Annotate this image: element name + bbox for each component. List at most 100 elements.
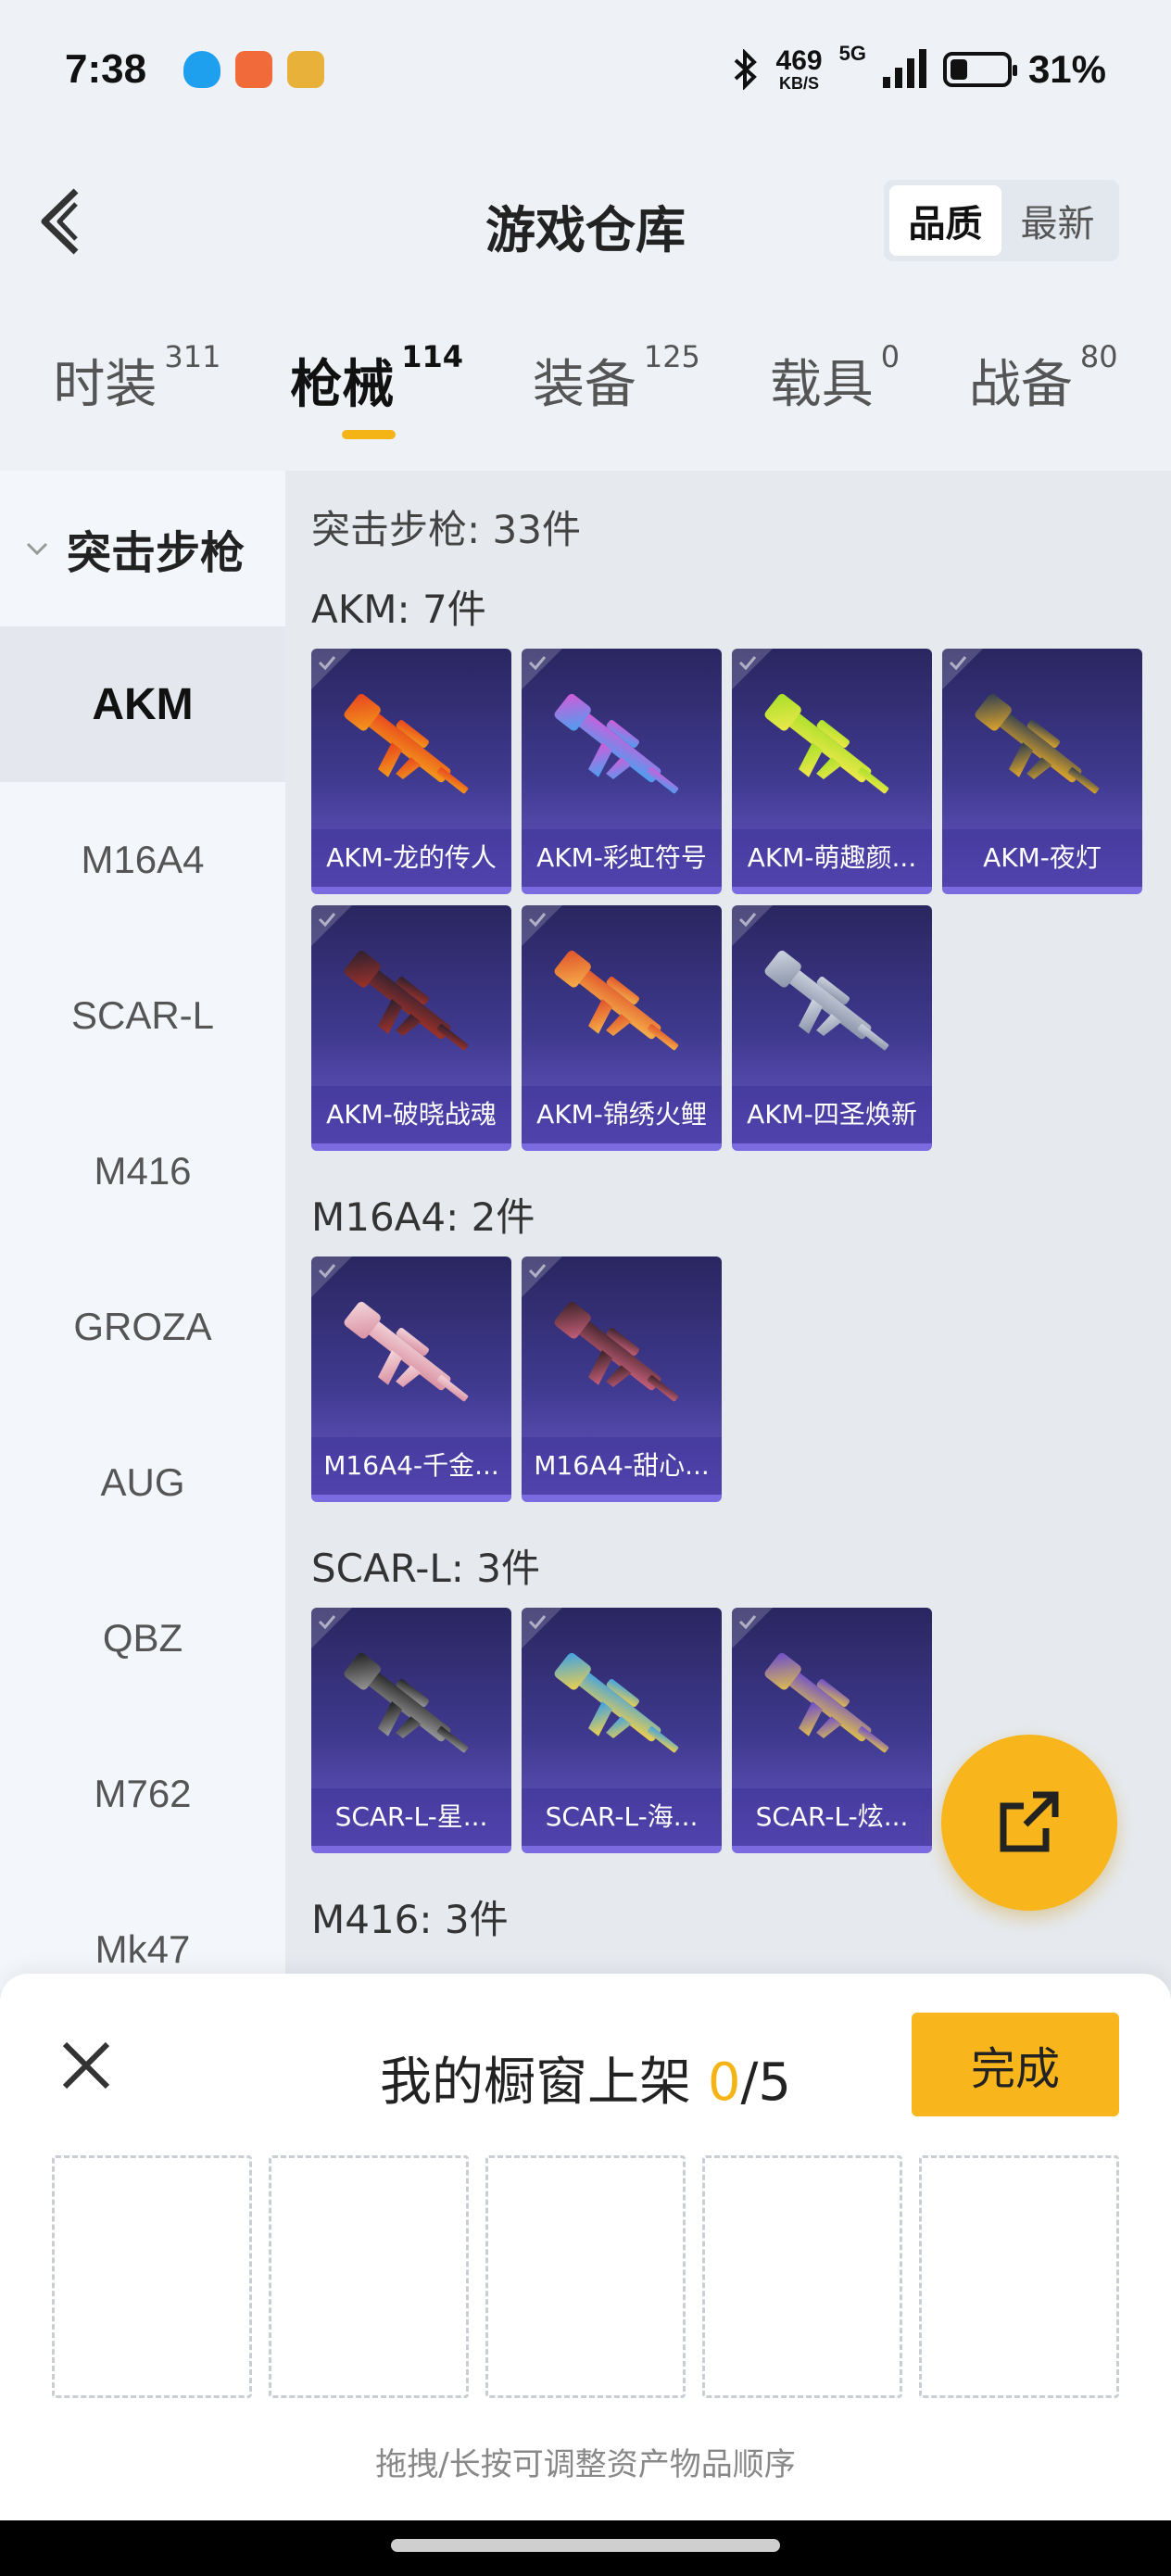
rifle-skin-image (344, 693, 469, 794)
sidebar-item-groza[interactable]: GROZA (0, 1249, 285, 1405)
weapon-skin-name: AKM-破晓战魂 (311, 1086, 511, 1143)
tab-weapons[interactable]: 枪械 114 (290, 339, 463, 445)
showcase-sheet: 我的橱窗上架 0/5 完成 拖拽/长按可调整资产物品顺序 (0, 1974, 1171, 2520)
showcase-title-text: 我的橱窗上架 (380, 2052, 708, 2113)
sidebar-item-aug[interactable]: AUG (0, 1405, 285, 1560)
weapon-skin-card[interactable]: SCAR-L-炫... (732, 1608, 932, 1853)
rifle-skin-image (344, 1301, 469, 1402)
showcase-current-count: 0 (707, 2052, 741, 2113)
weapon-group-title: M16A4: 2件 (311, 1194, 535, 1240)
showcase-slot[interactable] (919, 2155, 1119, 2398)
weapon-group-title: SCAR-L: 3件 (311, 1546, 540, 1591)
sidebar-item-akm[interactable]: AKM (0, 626, 285, 782)
weapon-grid: AKM-龙的传人 AKM-彩虹符号 AKM-萌趣颜... AKM-夜灯 AKM-破晓战魂… (311, 649, 1145, 1151)
share-external-icon (1000, 1791, 1059, 1852)
rifle-skin-image (554, 950, 679, 1051)
sidebar-item-m762[interactable]: M762 (0, 1716, 285, 1872)
showcase-slot[interactable] (702, 2155, 902, 2398)
rifle-skin-image (344, 950, 469, 1051)
weapon-group-title: AKM: 7件 (311, 587, 486, 632)
tab-vehicles[interactable]: 载具 0 (770, 339, 900, 445)
check-icon (738, 913, 757, 928)
tab-supplies[interactable]: 战备 80 (968, 339, 1118, 445)
sidebar-item-qbz[interactable]: QBZ (0, 1560, 285, 1716)
tab-label: 战备 (968, 355, 1073, 415)
rifle-skin-image (554, 1652, 679, 1753)
check-icon (318, 1264, 336, 1279)
weapon-skin-name: SCAR-L-炫... (732, 1788, 932, 1846)
game2-app-icon (287, 51, 325, 88)
weapon-skin-name: AKM-龙的传人 (311, 829, 511, 887)
rifle-skin-image (764, 950, 889, 1051)
showcase-slot[interactable] (52, 2155, 252, 2398)
showcase-slot[interactable] (485, 2155, 686, 2398)
showcase-slot[interactable] (269, 2155, 469, 2398)
sidebar-item-m16a4[interactable]: M16A4 (0, 782, 285, 938)
weapon-skin-card[interactable]: AKM-萌趣颜... (732, 649, 932, 894)
sidebar-category-label: 突击步枪 (67, 527, 246, 579)
tab-active-indicator (342, 430, 397, 439)
check-icon (528, 1615, 547, 1630)
check-icon (528, 1264, 547, 1279)
bluetooth-icon (734, 49, 757, 90)
signal-icon (882, 49, 926, 88)
status-bar: 7:38 469 KB/S 5G 31% (0, 0, 1171, 139)
check-icon (738, 656, 757, 671)
weapon-skin-name: M16A4-甜心... (522, 1437, 722, 1495)
battery-level (950, 59, 967, 80)
weapon-skin-card[interactable]: AKM-锦绣火鲤 (522, 905, 722, 1151)
sidebar-item-scar-l[interactable]: SCAR-L (0, 938, 285, 1093)
network-type: 5G (838, 42, 866, 65)
sidebar-item-mk47[interactable]: Mk47 (0, 1872, 285, 1990)
check-icon (949, 656, 967, 671)
check-icon (528, 656, 547, 671)
rifle-skin-image (975, 693, 1100, 794)
status-time: 7:38 (65, 46, 147, 92)
weapon-skin-card[interactable]: AKM-四圣焕新 (732, 905, 932, 1151)
tab-skins[interactable]: 时装 311 (53, 339, 220, 445)
tab-equipment[interactable]: 装备 125 (533, 339, 700, 445)
share-button[interactable] (941, 1735, 1117, 1911)
tab-count: 0 (880, 339, 900, 374)
rifle-skin-image (554, 1301, 679, 1402)
tab-count: 125 (643, 339, 700, 374)
sort-option-quality[interactable]: 品质 (889, 185, 1001, 256)
tab-label: 时装 (53, 355, 157, 415)
weapon-skin-card[interactable]: SCAR-L-星... (311, 1608, 511, 1853)
sidebar-category-header[interactable]: 突击步枪 (0, 471, 285, 626)
weapon-skin-name: M16A4-千金... (311, 1437, 511, 1495)
tab-count: 80 (1079, 339, 1118, 374)
check-icon (318, 1615, 336, 1630)
weapon-skin-name: AKM-萌趣颜... (732, 829, 932, 887)
weapon-skin-name: SCAR-L-海... (522, 1788, 722, 1846)
battery-icon (942, 52, 1017, 87)
weapon-skin-card[interactable]: AKM-彩虹符号 (522, 649, 722, 894)
weapon-skin-card[interactable]: AKM-破晓战魂 (311, 905, 511, 1151)
weapon-sidebar: 突击步枪 AKM M16A4 SCAR-L M416 GROZA AUG QBZ M762 Mk… (0, 471, 285, 1990)
weapon-skin-card[interactable]: M16A4-千金... (311, 1256, 511, 1502)
category-count-title: 突击步枪: 33件 (311, 507, 581, 552)
weapon-skin-card[interactable]: AKM-夜灯 (942, 649, 1142, 894)
done-button[interactable]: 完成 (912, 2013, 1119, 2116)
weapon-skin-name: AKM-锦绣火鲤 (522, 1086, 722, 1143)
tab-count: 311 (164, 339, 221, 374)
home-indicator[interactable] (391, 2539, 780, 2552)
sidebar-item-m416[interactable]: M416 (0, 1093, 285, 1249)
category-tabs: 时装 311 枪械 114 装备 125 载具 0 战备 80 (0, 339, 1171, 445)
weapon-grid: M16A4-千金... M16A4-甜心... (311, 1256, 1145, 1502)
weapon-skin-card[interactable]: SCAR-L-海... (522, 1608, 722, 1853)
reorder-hint: 拖拽/长按可调整资产物品顺序 (375, 2446, 796, 2483)
weapon-skin-card[interactable]: AKM-龙的传人 (311, 649, 511, 894)
weapon-skin-name: AKM-彩虹符号 (522, 829, 722, 887)
check-icon (318, 913, 336, 928)
rifle-skin-image (554, 693, 679, 794)
sort-option-latest[interactable]: 最新 (1001, 185, 1114, 256)
tab-label: 枪械 (290, 355, 395, 415)
weapon-skin-name: SCAR-L-星... (311, 1788, 511, 1846)
status-app-icons (183, 51, 325, 88)
rifle-skin-image (764, 1652, 889, 1753)
check-icon (738, 1615, 757, 1630)
showcase-slots (52, 2155, 1119, 2398)
weapon-skin-card[interactable]: M16A4-甜心... (522, 1256, 722, 1502)
sort-toggle[interactable]: 品质 最新 (884, 180, 1119, 261)
